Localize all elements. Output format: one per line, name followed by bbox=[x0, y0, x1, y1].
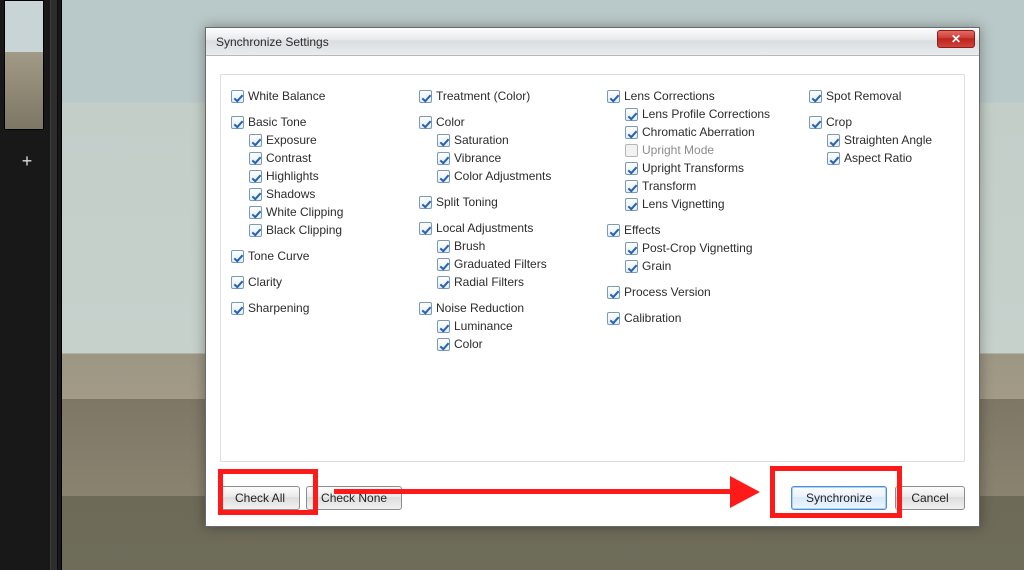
label: Process Version bbox=[624, 285, 711, 299]
label: Shadows bbox=[266, 187, 315, 201]
label: Spot Removal bbox=[826, 89, 901, 103]
label: Radial Filters bbox=[454, 275, 524, 289]
label: Basic Tone bbox=[248, 115, 306, 129]
label: Luminance bbox=[454, 319, 513, 333]
chk-spot-removal[interactable]: Spot Removal bbox=[809, 87, 954, 105]
label: Highlights bbox=[266, 169, 319, 183]
chk-contrast[interactable]: Contrast bbox=[249, 149, 409, 167]
chk-highlights[interactable]: Highlights bbox=[249, 167, 409, 185]
chk-crop[interactable]: Crop bbox=[809, 113, 954, 131]
label: Calibration bbox=[624, 311, 681, 325]
chk-white-balance[interactable]: White Balance bbox=[231, 87, 409, 105]
chk-split-toning[interactable]: Split Toning bbox=[419, 193, 597, 211]
label: Lens Profile Corrections bbox=[642, 107, 770, 121]
synchronize-settings-dialog: Synchronize Settings White Balance Basic… bbox=[205, 27, 980, 527]
label: Effects bbox=[624, 223, 660, 237]
check-none-button[interactable]: Check None bbox=[306, 486, 402, 510]
chk-lens-vignetting[interactable]: Lens Vignetting bbox=[625, 195, 799, 213]
chk-post-crop-vig[interactable]: Post-Crop Vignetting bbox=[625, 239, 799, 257]
chk-shadows[interactable]: Shadows bbox=[249, 185, 409, 203]
chk-straighten-angle[interactable]: Straighten Angle bbox=[827, 131, 954, 149]
label: Color bbox=[454, 337, 483, 351]
chk-radial-filters[interactable]: Radial Filters bbox=[437, 273, 597, 291]
plus-icon[interactable]: + bbox=[18, 152, 36, 170]
chk-white-clipping[interactable]: White Clipping bbox=[249, 203, 409, 221]
chk-lens-corrections[interactable]: Lens Corrections bbox=[607, 87, 799, 105]
chk-luminance[interactable]: Luminance bbox=[437, 317, 597, 335]
chk-effects[interactable]: Effects bbox=[607, 221, 799, 239]
label: Vibrance bbox=[454, 151, 501, 165]
chk-noise-reduction[interactable]: Noise Reduction bbox=[419, 299, 597, 317]
panel-separator bbox=[50, 0, 58, 570]
label: Saturation bbox=[454, 133, 509, 147]
dialog-content: White Balance Basic Tone Exposure Contra… bbox=[220, 74, 965, 462]
label: Exposure bbox=[266, 133, 317, 147]
label: Transform bbox=[642, 179, 696, 193]
label: Lens Corrections bbox=[624, 89, 715, 103]
close-icon[interactable] bbox=[937, 30, 975, 48]
chk-lens-profile[interactable]: Lens Profile Corrections bbox=[625, 105, 799, 123]
label: Crop bbox=[826, 115, 852, 129]
label: Lens Vignetting bbox=[642, 197, 725, 211]
chk-basic-tone[interactable]: Basic Tone bbox=[231, 113, 409, 131]
chk-saturation[interactable]: Saturation bbox=[437, 131, 597, 149]
chk-sharpening[interactable]: Sharpening bbox=[231, 299, 409, 317]
label: Sharpening bbox=[248, 301, 309, 315]
label: Upright Transforms bbox=[642, 161, 744, 175]
chk-aspect-ratio[interactable]: Aspect Ratio bbox=[827, 149, 954, 167]
label: Clarity bbox=[248, 275, 282, 289]
chk-grain[interactable]: Grain bbox=[625, 257, 799, 275]
chk-calibration[interactable]: Calibration bbox=[607, 309, 799, 327]
chk-brush[interactable]: Brush bbox=[437, 237, 597, 255]
synchronize-button[interactable]: Synchronize bbox=[791, 486, 887, 510]
chk-transform[interactable]: Transform bbox=[625, 177, 799, 195]
dialog-title: Synchronize Settings bbox=[216, 35, 329, 49]
chk-graduated-filters[interactable]: Graduated Filters bbox=[437, 255, 597, 273]
label: Chromatic Aberration bbox=[642, 125, 755, 139]
label: Noise Reduction bbox=[436, 301, 524, 315]
chk-vibrance[interactable]: Vibrance bbox=[437, 149, 597, 167]
chk-upright-transforms[interactable]: Upright Transforms bbox=[625, 159, 799, 177]
chk-color-adjustments[interactable]: Color Adjustments bbox=[437, 167, 597, 185]
label: Color bbox=[436, 115, 465, 129]
label: Graduated Filters bbox=[454, 257, 547, 271]
chk-treatment[interactable]: Treatment (Color) bbox=[419, 87, 597, 105]
cancel-button[interactable]: Cancel bbox=[895, 486, 965, 510]
label: Color Adjustments bbox=[454, 169, 551, 183]
label: White Clipping bbox=[266, 205, 343, 219]
chk-color[interactable]: Color bbox=[419, 113, 597, 131]
chk-clarity[interactable]: Clarity bbox=[231, 273, 409, 291]
dialog-button-row: Check All Check None Synchronize Cancel bbox=[220, 486, 965, 510]
chk-process-version[interactable]: Process Version bbox=[607, 283, 799, 301]
label: Aspect Ratio bbox=[844, 151, 912, 165]
filmstrip-thumb[interactable] bbox=[4, 0, 44, 130]
check-all-button[interactable]: Check All bbox=[220, 486, 300, 510]
chk-upright-mode: Upright Mode bbox=[625, 141, 799, 159]
label: Black Clipping bbox=[266, 223, 342, 237]
label: Straighten Angle bbox=[844, 133, 932, 147]
label: Split Toning bbox=[436, 195, 498, 209]
label: Tone Curve bbox=[248, 249, 309, 263]
label: White Balance bbox=[248, 89, 325, 103]
chk-local-adjustments[interactable]: Local Adjustments bbox=[419, 219, 597, 237]
chk-black-clipping[interactable]: Black Clipping bbox=[249, 221, 409, 239]
label: Contrast bbox=[266, 151, 311, 165]
label: Post-Crop Vignetting bbox=[642, 241, 753, 255]
dialog-titlebar: Synchronize Settings bbox=[206, 28, 979, 56]
label: Brush bbox=[454, 239, 485, 253]
chk-exposure[interactable]: Exposure bbox=[249, 131, 409, 149]
label: Local Adjustments bbox=[436, 221, 533, 235]
chk-chromatic[interactable]: Chromatic Aberration bbox=[625, 123, 799, 141]
chk-tone-curve[interactable]: Tone Curve bbox=[231, 247, 409, 265]
label: Upright Mode bbox=[642, 143, 714, 157]
chk-noise-color[interactable]: Color bbox=[437, 335, 597, 353]
label: Treatment (Color) bbox=[436, 89, 530, 103]
label: Grain bbox=[642, 259, 671, 273]
